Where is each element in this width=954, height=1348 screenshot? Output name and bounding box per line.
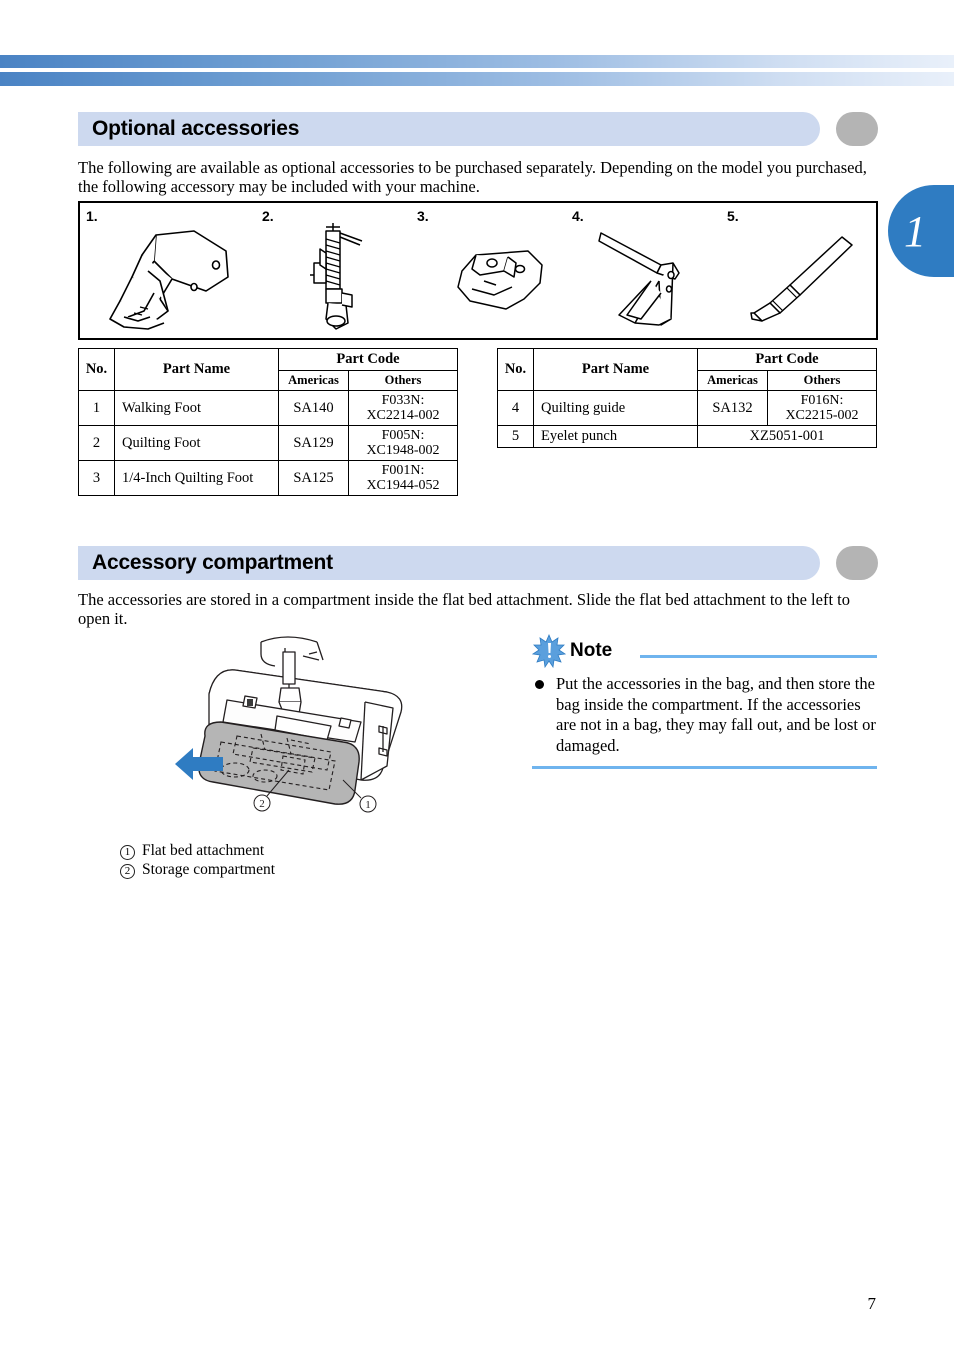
table-row: 3 1/4-Inch Quilting Foot SA125 F001N: XC1… xyxy=(78,460,458,496)
quilting-guide-illustration xyxy=(598,232,680,326)
th-no: No. xyxy=(497,348,534,391)
cell-no: 5 xyxy=(497,425,534,448)
page-top-decoration xyxy=(0,55,954,86)
illustration-legend: 1 Flat bed attachment 2 Storage compartm… xyxy=(120,842,275,879)
cell-part-name: Eyelet punch xyxy=(533,425,698,448)
section-header-cap xyxy=(836,546,878,580)
cell-no: 2 xyxy=(78,425,115,461)
quilting-foot-illustration xyxy=(310,223,363,330)
cell-part-name: 1/4-Inch Quilting Foot xyxy=(114,460,279,496)
chapter-tab-number: 1 xyxy=(904,206,926,256)
chapter-tab: 1 xyxy=(888,185,954,277)
note-text: Put the accessories in the bag, and then… xyxy=(556,674,876,755)
note-rule-top xyxy=(640,655,877,658)
table-header-row: No. Part Name Part Code xyxy=(78,348,458,391)
svg-text:1: 1 xyxy=(365,799,371,811)
legend-label: Storage compartment xyxy=(142,860,275,878)
accessory-label-1: 1. xyxy=(86,208,98,224)
accessory-label-2: 2. xyxy=(262,208,274,224)
cell-americas: SA129 xyxy=(278,425,349,461)
th-part-code: Part Code xyxy=(278,348,458,371)
accessory-label-5: 5. xyxy=(727,208,739,224)
note-burst-icon xyxy=(532,634,566,668)
parts-table-left: No. Part Name Part Code Americas Others … xyxy=(78,348,458,496)
cell-others: F033N: XC2214-002 xyxy=(348,390,458,426)
accessory-label-3: 3. xyxy=(417,208,429,224)
cell-others: F001N: XC1944-052 xyxy=(348,460,458,496)
accessory-compartment-intro: The accessories are stored in a compartm… xyxy=(78,590,851,628)
cell-part-name: Quilting Foot xyxy=(114,425,279,461)
cell-no: 3 xyxy=(78,460,115,496)
section-header-optional-accessories: Optional accessories xyxy=(78,112,878,146)
legend-label: Flat bed attachment xyxy=(142,842,265,859)
sewing-machine-flat-bed-attachment: 1 2 xyxy=(175,636,403,813)
cell-part-name: Quilting guide xyxy=(533,390,698,426)
note-rule-bottom xyxy=(532,766,877,769)
table-header-row: No. Part Name Part Code xyxy=(497,348,877,391)
cell-americas: SA140 xyxy=(278,390,349,426)
section-title: Optional accessories xyxy=(92,117,300,140)
walking-foot-illustration xyxy=(109,230,229,330)
th-americas: Americas xyxy=(697,370,768,391)
th-no: No. xyxy=(78,348,115,391)
table-row: 4 Quilting guide SA132 F016N: XC2215-002 xyxy=(497,390,877,426)
legend-number: 1 xyxy=(120,845,135,860)
section-title: Accessory compartment xyxy=(92,551,333,574)
th-others: Others xyxy=(348,370,458,391)
table-row: 2 Quilting Foot SA129 F005N: XC1948-002 xyxy=(78,425,458,461)
cell-others: F005N: XC1948-002 xyxy=(348,425,458,461)
note-title: Note xyxy=(570,640,613,661)
legend-item: 1 Flat bed attachment xyxy=(120,842,275,861)
th-others: Others xyxy=(767,370,877,391)
eyelet-punch-illustration xyxy=(750,236,853,322)
quarter-inch-quilting-foot-illustration xyxy=(457,250,543,310)
cell-americas: SA125 xyxy=(278,460,349,496)
table-row: 1 Walking Foot SA140 F033N: XC2214-002 xyxy=(78,390,458,426)
optional-accessories-intro: The following are available as optional … xyxy=(78,158,867,196)
parts-table-right: No. Part Name Part Code Americas Others … xyxy=(497,348,877,448)
top-gradient-bar-1 xyxy=(0,55,954,68)
th-part-name: Part Name xyxy=(533,348,698,391)
note-box: Note Put the accessories in the bag, and… xyxy=(532,634,877,769)
section-header-accessory-compartment: Accessory compartment xyxy=(78,546,878,580)
cell-americas: SA132 xyxy=(697,390,768,426)
legend-number: 2 xyxy=(120,863,135,879)
section-header-cap xyxy=(836,112,878,146)
cell-part-name: Walking Foot xyxy=(114,390,279,426)
legend-item: 2 Storage compartment xyxy=(120,861,275,880)
optional-accessories-figure: 1. 2. 3. 4. 5. xyxy=(78,201,878,340)
th-part-name: Part Name xyxy=(114,348,279,391)
accessory-label-4: 4. xyxy=(572,208,584,224)
page-number: 7 xyxy=(867,1294,877,1313)
cell-no: 1 xyxy=(78,390,115,426)
cell-no: 4 xyxy=(497,390,534,426)
svg-text:2: 2 xyxy=(259,798,265,810)
top-gradient-bar-2 xyxy=(0,72,954,86)
th-part-code: Part Code xyxy=(697,348,877,371)
cell-part-code-combined: XZ5051-001 xyxy=(697,425,877,448)
table-row: 5 Eyelet punch XZ5051-001 xyxy=(497,425,877,448)
th-americas: Americas xyxy=(278,370,349,391)
note-bullet xyxy=(535,680,544,689)
cell-others: F016N: XC2215-002 xyxy=(767,390,877,426)
